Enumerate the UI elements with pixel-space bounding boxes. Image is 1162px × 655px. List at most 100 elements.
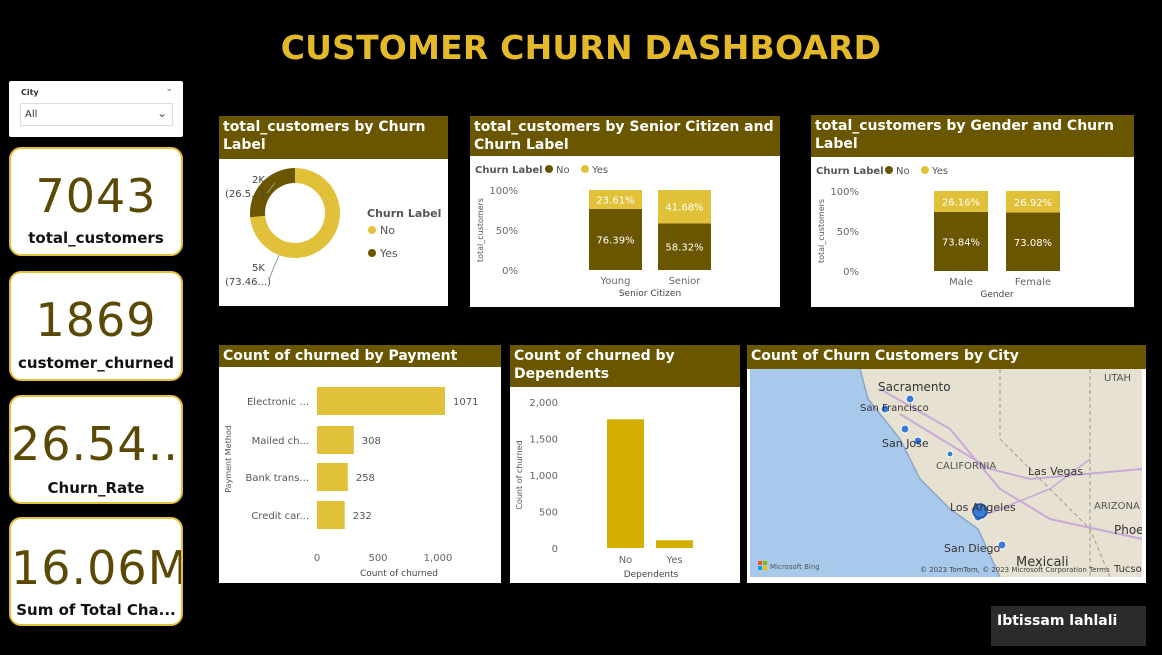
y-tick-label: Electronic ... bbox=[247, 397, 309, 408]
map-label: San Francisco bbox=[860, 403, 929, 414]
y-tick-label: 2,000 bbox=[529, 398, 558, 409]
y-tick-label: 1,500 bbox=[529, 435, 558, 446]
data-label: 232 bbox=[353, 511, 372, 522]
legend-marker bbox=[885, 166, 893, 174]
donut-data-label: 2K bbox=[252, 175, 265, 186]
legend-label: Yes bbox=[931, 166, 948, 177]
legend-marker bbox=[368, 249, 376, 257]
data-label: 73.84% bbox=[942, 237, 980, 248]
bing-label: Microsoft Bing bbox=[770, 563, 820, 571]
map-label: Sacramento bbox=[878, 380, 951, 394]
map-label: San Jose bbox=[882, 437, 929, 450]
legend-label: No bbox=[556, 165, 570, 176]
kpi-value: 16.06M bbox=[11, 541, 183, 595]
bar bbox=[317, 426, 354, 454]
microsoft-logo-icon bbox=[763, 561, 767, 565]
y-tick-label: Bank trans... bbox=[245, 473, 309, 484]
map-label: UTAH bbox=[1104, 373, 1131, 384]
legend-title: Churn Label bbox=[816, 166, 884, 177]
data-label: 58.32% bbox=[665, 243, 703, 254]
payment-method-visual[interactable]: Count of churned by Payment Method Elect… bbox=[219, 345, 501, 583]
dependents-visual[interactable]: Count of churned by Dependents 0 500 1,000… bbox=[510, 345, 740, 583]
y-tick-label: 0% bbox=[502, 266, 518, 277]
visual-title: Count of Churn Customers by City bbox=[747, 345, 1146, 369]
bar bbox=[317, 501, 345, 529]
visual-title: total_customers by Gender and Churn Labe… bbox=[811, 115, 1134, 157]
map-label: CALIFORNIA bbox=[936, 461, 996, 472]
legend-marker bbox=[581, 165, 589, 173]
kpi-value: 7043 bbox=[35, 169, 157, 223]
data-label: 1071 bbox=[453, 397, 478, 408]
microsoft-logo-icon bbox=[758, 566, 762, 570]
kpi-card-total-customers: 7043 total_customers bbox=[9, 147, 183, 256]
visual-title: Count of churned by Payment Method bbox=[219, 345, 501, 382]
y-tick-label: 50% bbox=[837, 227, 859, 238]
data-label: 308 bbox=[362, 436, 381, 447]
y-tick-label: 0% bbox=[843, 267, 859, 278]
kpi-card-churn-rate: 26.54... Churn_Rate bbox=[9, 395, 183, 504]
legend-marker bbox=[368, 226, 376, 234]
data-label: 258 bbox=[356, 473, 375, 484]
x-tick-label: 500 bbox=[368, 553, 387, 564]
legend-marker bbox=[545, 165, 553, 173]
x-tick-label: 0 bbox=[314, 553, 320, 564]
gender-visual[interactable]: total_customers by Gender and Churn Labe… bbox=[811, 115, 1134, 307]
x-axis-label: Gender bbox=[980, 290, 1013, 300]
legend-label: No bbox=[896, 166, 910, 177]
slicer-label: City bbox=[21, 88, 39, 97]
clear-selection-icon[interactable]: ⌄ bbox=[165, 84, 173, 94]
city-marker bbox=[905, 394, 915, 404]
y-tick-label: 50% bbox=[496, 226, 518, 237]
y-tick-label: Credit car... bbox=[251, 511, 309, 522]
gender-stacked-chart: Churn Label No Yes 0% 50% 100% total_customers… bbox=[816, 166, 1060, 300]
kpi-card-total-charges: 16.06M Sum of Total Cha... bbox=[9, 517, 183, 626]
map-label: Los Angeles bbox=[950, 501, 1016, 514]
x-tick-label: 1,000 bbox=[424, 553, 453, 564]
churn-label-donut-visual[interactable]: total_customers by Churn Label 5K (73.46.… bbox=[219, 116, 448, 306]
y-tick-label: 0 bbox=[552, 544, 558, 555]
map-copyright: © 2023 TomTom, © 2023 Microsoft Corporat… bbox=[920, 566, 1110, 574]
y-tick-label: 1,000 bbox=[529, 471, 558, 482]
x-tick-label: No bbox=[619, 555, 633, 566]
y-tick-label: 500 bbox=[539, 508, 558, 519]
kpi-card-customer-churned: 1869 customer_churned bbox=[9, 271, 183, 381]
bar bbox=[317, 387, 445, 415]
senior-stacked-chart: Churn Label No Yes 0% 50% 100% total_customers… bbox=[475, 165, 711, 299]
y-tick-label: 100% bbox=[830, 187, 859, 198]
microsoft-logo-icon bbox=[758, 561, 762, 565]
kpi-value: 26.54... bbox=[11, 417, 183, 471]
visual-title: total_customers by Churn Label bbox=[219, 116, 448, 159]
author-label: Ibtissam lahlali bbox=[991, 606, 1146, 646]
city-dropdown-value: All bbox=[25, 109, 38, 120]
x-axis-label: Dependents bbox=[624, 570, 679, 580]
data-label: 23.61% bbox=[596, 195, 634, 206]
map-canvas[interactable]: Sacramento San Francisco San Jose CALIFO… bbox=[750, 369, 1142, 577]
data-label: 73.08% bbox=[1014, 238, 1052, 249]
legend-marker bbox=[921, 166, 929, 174]
visual-title: total_customers by Senior Citizen and Ch… bbox=[470, 116, 780, 156]
kpi-caption: Sum of Total Cha... bbox=[16, 601, 176, 619]
x-tick-label: Senior bbox=[669, 276, 702, 287]
city-map-visual[interactable]: Count of Churn Customers by City Sacrame… bbox=[747, 345, 1146, 583]
senior-citizen-visual[interactable]: total_customers by Senior Citizen and Ch… bbox=[470, 116, 780, 307]
y-axis-label: Payment Method bbox=[224, 425, 233, 493]
dashboard-title: CUSTOMER CHURN DASHBOARD bbox=[280, 28, 882, 67]
legend-title: Churn Label bbox=[475, 165, 543, 176]
chevron-down-icon[interactable]: ⌄ bbox=[157, 106, 167, 120]
data-label: 76.39% bbox=[596, 235, 634, 246]
x-axis-label: Senior Citizen bbox=[619, 289, 681, 299]
y-axis-label: Count of churned bbox=[515, 440, 524, 509]
map-graphic: Sacramento San Francisco San Jose CALIFO… bbox=[750, 369, 1142, 577]
data-label: 26.16% bbox=[942, 197, 980, 208]
donut-chart: 5K (73.46...) 2K (26.5...) Churn Label No Yes bbox=[225, 168, 441, 288]
legend-title: Churn Label bbox=[367, 207, 441, 220]
data-label: 41.68% bbox=[665, 203, 703, 214]
legend-label: Yes bbox=[379, 247, 398, 260]
city-slicer[interactable]: City ⌄ All ⌄ bbox=[9, 81, 183, 137]
map-label: Phoe bbox=[1114, 523, 1142, 537]
legend-label: Yes bbox=[591, 165, 608, 176]
city-dropdown[interactable]: All ⌄ bbox=[20, 103, 173, 126]
kpi-value: 1869 bbox=[35, 293, 157, 347]
map-label: Las Vegas bbox=[1028, 465, 1083, 478]
city-marker bbox=[900, 424, 910, 434]
